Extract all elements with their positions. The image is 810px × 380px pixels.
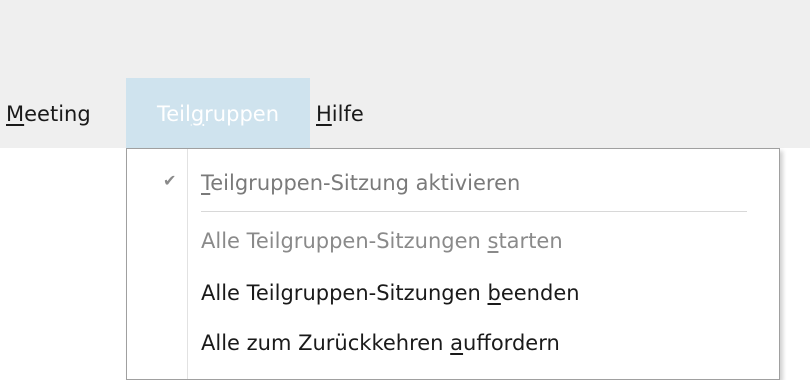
menu-meeting-mnemonic: M [6, 102, 25, 126]
menu-item-alle-zurueckkehren-auffordern[interactable]: Alle zum Zurückkehren auffordern [201, 323, 560, 363]
menu-hilfe-label: ilfe [331, 102, 364, 126]
menu-teilgruppen-label-end: ruppen [204, 102, 280, 126]
menu-item-label-start: Alle zum Zurückkehren [201, 331, 451, 355]
menu-item-label-start: Alle Teilgruppen-Sitzungen [201, 281, 488, 305]
menu-item-mnemonic: b [487, 281, 501, 305]
menu-item-alle-sitzungen-starten[interactable]: Alle Teilgruppen-Sitzungen starten [201, 221, 563, 261]
menu-item-mnemonic: T [201, 171, 211, 195]
menu-item-label-end: eilgruppen-Sitzung aktivieren [210, 171, 521, 195]
menu-item-label-end: uffordern [463, 331, 560, 355]
menu-item-label-start: Alle Teilgruppen-Sitzungen [201, 229, 488, 253]
menu-separator [201, 211, 747, 212]
menu-item-mnemonic: a [450, 331, 464, 355]
menu-gutter-divider [187, 149, 188, 379]
menubar-area [0, 0, 810, 148]
checkmark-icon: ✔ [163, 171, 177, 190]
menu-meeting[interactable]: Meeting [6, 78, 91, 150]
menu-item-teilgruppen-sitzung-aktivieren[interactable]: Teilgruppen-Sitzung aktivieren [201, 163, 520, 203]
menu-meeting-label: eeting [24, 102, 91, 126]
menu-item-label-end: eenden [500, 281, 580, 305]
menu-item-mnemonic: s [487, 229, 499, 253]
menu-teilgruppen-label-start: Teil [156, 102, 191, 126]
menu-item-alle-sitzungen-beenden[interactable]: Alle Teilgruppen-Sitzungen beenden [201, 273, 580, 313]
menu-item-label-end: tarten [498, 229, 563, 253]
teilgruppen-dropdown-menu: ✔ Teilgruppen-Sitzung aktivieren Alle Te… [126, 148, 780, 380]
menu-teilgruppen-mnemonic: g [190, 102, 205, 126]
menu-hilfe[interactable]: Hilfe [316, 78, 364, 150]
menu-teilgruppen[interactable]: Teilgruppen [126, 78, 310, 150]
menu-hilfe-mnemonic: H [316, 102, 332, 126]
